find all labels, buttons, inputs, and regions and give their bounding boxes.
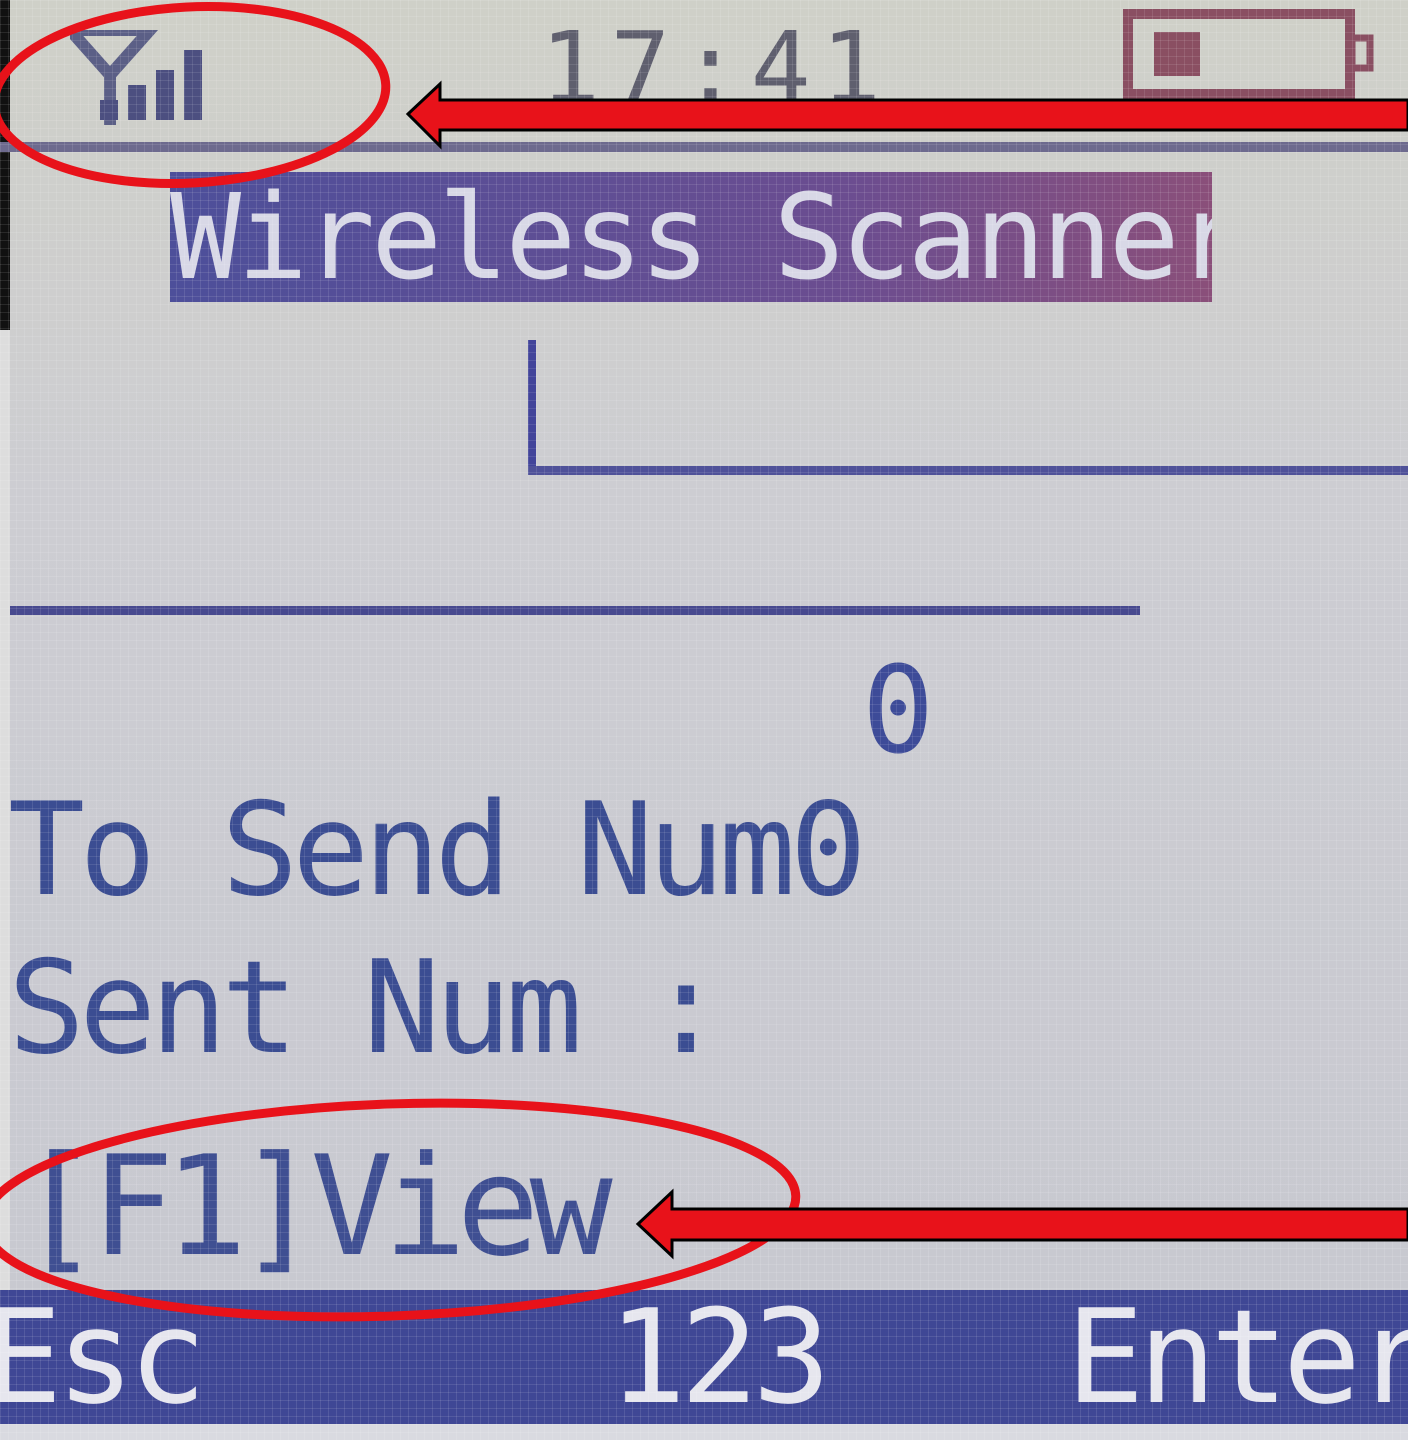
barcode-input[interactable]: [528, 340, 1408, 480]
f1-view-option[interactable]: [F1]View: [18, 1126, 613, 1287]
input-underline: [528, 466, 1408, 475]
enter-softkey[interactable]: Enter: [1066, 1290, 1408, 1424]
input-mode-softkey[interactable]: 123: [608, 1290, 831, 1424]
page-title-text: Wireless Scanner: [170, 172, 1212, 302]
softkey-bar: Esc 123 Enter: [0, 1290, 1408, 1424]
esc-softkey[interactable]: Esc: [0, 1290, 207, 1424]
to-send-label: To Send Num0: [8, 776, 867, 925]
signal-strength-icon: [70, 30, 202, 125]
battery-icon: [1123, 9, 1374, 99]
bottom-strip: [0, 1424, 1408, 1440]
lcd-screen: 17:41 Wireless Scanner 0 To Send Num0 Se…: [0, 0, 1408, 1440]
section-divider: [10, 606, 1140, 615]
sent-label: Sent Num :: [8, 934, 725, 1083]
text-cursor: [528, 340, 536, 468]
status-bar: 17:41: [0, 0, 1408, 152]
page-title: Wireless Scanner: [170, 172, 1212, 302]
status-time: 17:41: [540, 10, 892, 127]
scan-count: 0: [862, 642, 935, 781]
status-divider: [0, 142, 1408, 152]
